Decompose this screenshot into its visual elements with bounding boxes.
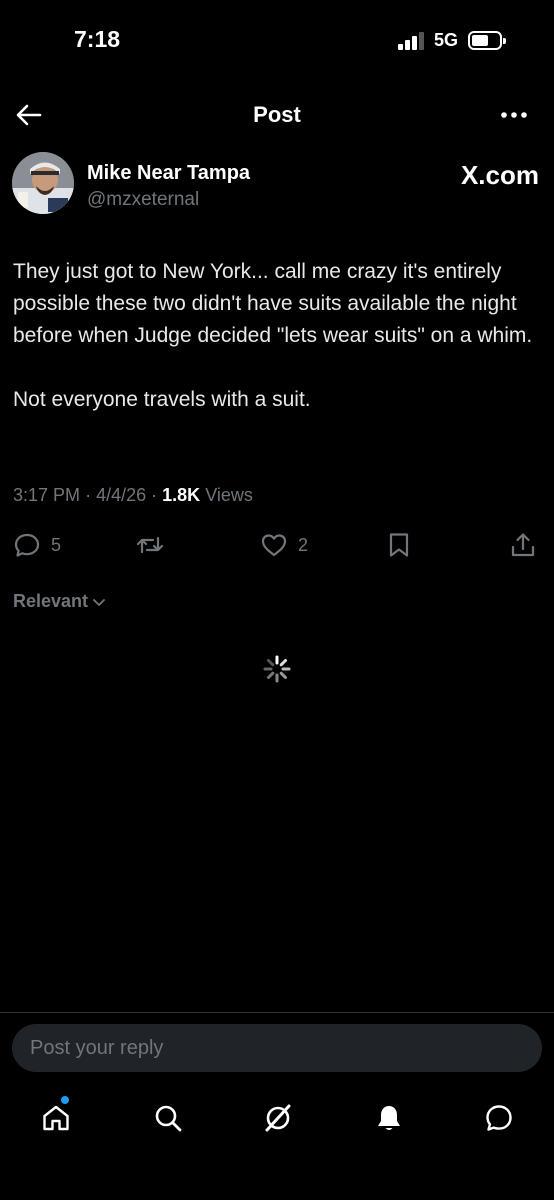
bottom-tab-bar: [0, 1090, 554, 1150]
views-label: Views: [205, 485, 253, 505]
battery-icon: [468, 31, 506, 50]
page-title: Post: [253, 102, 301, 127]
bookmark-button[interactable]: [385, 525, 413, 565]
messages-icon: [486, 1105, 512, 1131]
meta-separator: ·: [85, 485, 92, 505]
views-count: 1.8K: [162, 485, 201, 505]
repost-icon: [136, 536, 164, 554]
reply-box[interactable]: [12, 1024, 542, 1072]
divider: [0, 1012, 554, 1013]
post-actions: 5 2: [0, 525, 554, 565]
post-date: 4/4/26: [96, 485, 147, 505]
like-count: 2: [298, 534, 309, 555]
sort-label: Relevant: [13, 591, 89, 611]
chevron-down-icon: [93, 598, 105, 606]
notifications-icon: [378, 1106, 400, 1130]
brand-label: X.com: [460, 160, 539, 190]
signal-icon: [398, 32, 424, 50]
post-author: Mike Near Tampa @mzxeternal X.com: [12, 152, 542, 222]
more-dots-icon[interactable]: [498, 100, 530, 130]
reply-button[interactable]: 5: [13, 525, 61, 565]
home-notification-dot: [61, 1096, 69, 1104]
avatar[interactable]: [12, 152, 74, 214]
reply-input[interactable]: [30, 1024, 520, 1072]
reply-icon: [14, 533, 40, 557]
bookmark-icon: [389, 533, 409, 557]
tab-home[interactable]: [36, 1098, 76, 1138]
replies-sort-dropdown[interactable]: Relevant: [13, 591, 106, 612]
tab-search[interactable]: [148, 1098, 188, 1138]
like-button[interactable]: 2: [260, 525, 308, 565]
status-time: 7:18: [74, 26, 121, 52]
post-time: 3:17 PM: [13, 485, 81, 505]
tab-grok[interactable]: [258, 1098, 298, 1138]
meta-separator: ·: [151, 485, 158, 505]
author-handle[interactable]: @mzxeternal: [87, 189, 199, 211]
home-icon: [43, 1105, 69, 1131]
reply-count: 5: [51, 534, 62, 555]
share-button[interactable]: [509, 525, 537, 565]
tab-messages[interactable]: [479, 1098, 519, 1138]
status-bar: 7:18 5G: [0, 0, 554, 84]
search-icon: [155, 1105, 182, 1132]
author-name[interactable]: Mike Near Tampa: [87, 162, 250, 185]
heart-icon: [261, 534, 287, 557]
post-meta: 3:17 PM · 4/4/26 · 1.8K Views: [13, 485, 253, 506]
post-text: They just got to New York... call me cra…: [13, 256, 541, 416]
repost-button[interactable]: [136, 525, 164, 565]
tab-notifications[interactable]: [369, 1098, 409, 1138]
top-header: Post: [0, 90, 554, 140]
grok-icon: [265, 1104, 291, 1132]
post-paragraph: They just got to New York... call me cra…: [13, 260, 533, 347]
loading-spinner-icon: [262, 654, 292, 684]
post-paragraph: Not everyone travels with a suit.: [13, 388, 311, 411]
share-icon: [511, 533, 535, 557]
network-label: 5G: [434, 30, 459, 50]
